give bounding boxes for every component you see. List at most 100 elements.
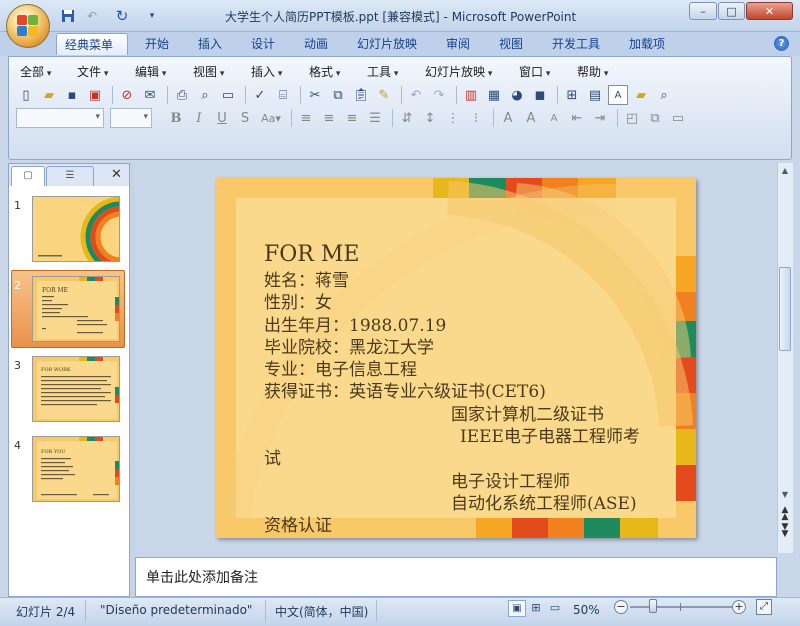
theme-name[interactable]: "Diseño predeterminado"	[100, 603, 252, 617]
undo-icon[interactable]: ↶	[83, 7, 101, 25]
save-as-icon[interactable]: ▣	[85, 85, 105, 105]
scroll-up-arrow-icon[interactable]: ▲	[779, 166, 791, 178]
redo-icon[interactable]: ↻	[113, 7, 131, 25]
font-color-icon[interactable]: A	[498, 108, 518, 128]
office-button[interactable]	[6, 4, 50, 48]
tab-slide-show[interactable]: 幻灯片放映	[349, 33, 425, 55]
slide-thumbnail-4[interactable]: FOR YOU	[32, 436, 120, 502]
insert-chart-icon[interactable]: ▥	[461, 85, 481, 105]
text-box-icon[interactable]: A	[608, 85, 628, 105]
increase-indent-icon[interactable]: ⇥	[590, 108, 610, 128]
menu-tools[interactable]: 工具	[367, 63, 398, 79]
slides-tab-icon[interactable]: ▢	[11, 166, 45, 186]
align-left-icon[interactable]: ≡	[296, 108, 316, 128]
slide-design-icon[interactable]: ▤	[585, 85, 605, 105]
menu-file[interactable]: 文件	[77, 63, 108, 79]
close-button[interactable]: ✕	[746, 2, 793, 20]
menu-insert[interactable]: 插入	[251, 63, 282, 79]
change-case-icon[interactable]: Aa▾	[258, 108, 284, 128]
zoom-slider-thumb[interactable]	[649, 599, 658, 613]
slideshow-view-icon[interactable]: ▭	[546, 600, 564, 617]
outline-tab-icon[interactable]: ☰	[46, 166, 94, 186]
zoom-icon[interactable]: ⌕	[654, 85, 674, 105]
paste-icon[interactable]: 📋︎	[351, 85, 371, 105]
font-name-combo[interactable]	[16, 108, 104, 128]
underline-icon[interactable]: U	[212, 108, 232, 128]
insert-folder-icon[interactable]: ▰	[631, 85, 651, 105]
tab-review[interactable]: 审阅	[438, 33, 478, 55]
color-grayscale-icon[interactable]: ◼	[530, 85, 550, 105]
line-spacing-icon[interactable]: ↕	[420, 108, 440, 128]
shadow-icon[interactable]: S	[235, 108, 255, 128]
permission-icon[interactable]: ⊘	[117, 85, 137, 105]
menu-help[interactable]: 帮助	[577, 63, 608, 79]
menu-window[interactable]: 窗口	[519, 63, 550, 79]
normal-view-icon[interactable]: ▣	[508, 600, 526, 617]
current-slide[interactable]: FOR ME 姓名：蒋雪 性别：女 出生年月：1988.07.19 毕业院校：黑…	[216, 178, 696, 538]
tab-animations[interactable]: 动画	[296, 33, 336, 55]
zoom-in-icon[interactable]: +	[732, 600, 746, 614]
decrease-indent-icon[interactable]: ⇤	[567, 108, 587, 128]
panel-close-icon[interactable]: ✕	[111, 167, 122, 182]
save-icon[interactable]: ▪	[62, 85, 82, 105]
menu-view[interactable]: 视图	[193, 63, 224, 79]
tab-view[interactable]: 视图	[491, 33, 531, 55]
save-icon[interactable]	[59, 7, 77, 25]
previous-slide-icon[interactable]: ▲ ▲	[779, 506, 791, 522]
tab-home[interactable]: 开始	[137, 33, 177, 55]
zoom-slider-track[interactable]	[630, 606, 734, 608]
italic-icon[interactable]: I	[189, 108, 209, 128]
align-center-icon[interactable]: ≡	[319, 108, 339, 128]
quick-styles-icon[interactable]: ▭	[668, 108, 688, 128]
numbering-icon[interactable]: ⋮	[443, 108, 463, 128]
bullets-icon[interactable]: ⁝	[466, 108, 486, 128]
zoom-out-icon[interactable]: −	[614, 600, 628, 614]
text-direction-icon[interactable]: ⇵	[397, 108, 417, 128]
minimize-button[interactable]: –	[689, 2, 717, 20]
bold-icon[interactable]: B	[166, 108, 186, 128]
redo-toolbar-icon[interactable]: ↷	[429, 85, 449, 105]
next-slide-icon[interactable]: ▼ ▼	[779, 523, 791, 539]
zoom-level[interactable]: 50%	[573, 603, 600, 617]
open-folder-icon[interactable]: ▰	[39, 85, 59, 105]
research-icon[interactable]: ⌸	[273, 85, 293, 105]
clip-art-icon[interactable]: ◕	[507, 85, 527, 105]
slide-layout-icon[interactable]: ▭	[218, 85, 238, 105]
copy-icon[interactable]: ⧉	[328, 85, 348, 105]
spelling-icon[interactable]: ✓	[250, 85, 270, 105]
insert-table-icon[interactable]: ▦	[484, 85, 504, 105]
undo-toolbar-icon[interactable]: ↶	[406, 85, 426, 105]
grow-font-icon[interactable]: A	[521, 108, 541, 128]
menu-slide-show[interactable]: 幻灯片放映	[425, 63, 492, 79]
new-slide-icon[interactable]: ⊞	[562, 85, 582, 105]
format-painter-icon[interactable]: ✎	[374, 85, 394, 105]
scroll-thumb[interactable]	[779, 267, 791, 351]
align-right-icon[interactable]: ≡	[342, 108, 362, 128]
maximize-button[interactable]: □	[718, 2, 745, 20]
slide-sorter-icon[interactable]: ⊞	[527, 600, 545, 617]
tab-add-ins[interactable]: 加载项	[621, 33, 673, 55]
slide-thumbnail-2[interactable]: FOR ME	[32, 276, 120, 342]
customize-qat-icon[interactable]: ▾	[143, 7, 161, 25]
shapes-icon[interactable]: ◰	[622, 108, 642, 128]
tab-insert[interactable]: 插入	[190, 33, 230, 55]
cut-icon[interactable]: ✂	[305, 85, 325, 105]
font-size-combo[interactable]	[110, 108, 152, 128]
arrange-icon[interactable]: ⧉	[645, 108, 665, 128]
help-icon[interactable]: ?	[774, 36, 789, 51]
menu-format[interactable]: 格式	[309, 63, 340, 79]
scroll-down-arrow-icon[interactable]: ▼	[779, 490, 791, 502]
menu-all[interactable]: 全部	[20, 63, 51, 79]
shrink-font-icon[interactable]: A	[544, 108, 564, 128]
print-icon[interactable]: ⎙	[172, 85, 192, 105]
justify-icon[interactable]: ☰	[365, 108, 385, 128]
language-indicator[interactable]: 中文(简体，中国)	[275, 603, 368, 620]
tab-design[interactable]: 设计	[243, 33, 283, 55]
print-preview-icon[interactable]: ⌕	[195, 85, 215, 105]
new-document-icon[interactable]: ▯	[16, 85, 36, 105]
menu-edit[interactable]: 编辑	[135, 63, 166, 79]
fit-to-window-icon[interactable]: ⤢	[756, 599, 772, 615]
tab-developer[interactable]: 开发工具	[544, 33, 608, 55]
slide-thumbnail-1[interactable]	[32, 196, 120, 262]
email-icon[interactable]: ✉	[140, 85, 160, 105]
